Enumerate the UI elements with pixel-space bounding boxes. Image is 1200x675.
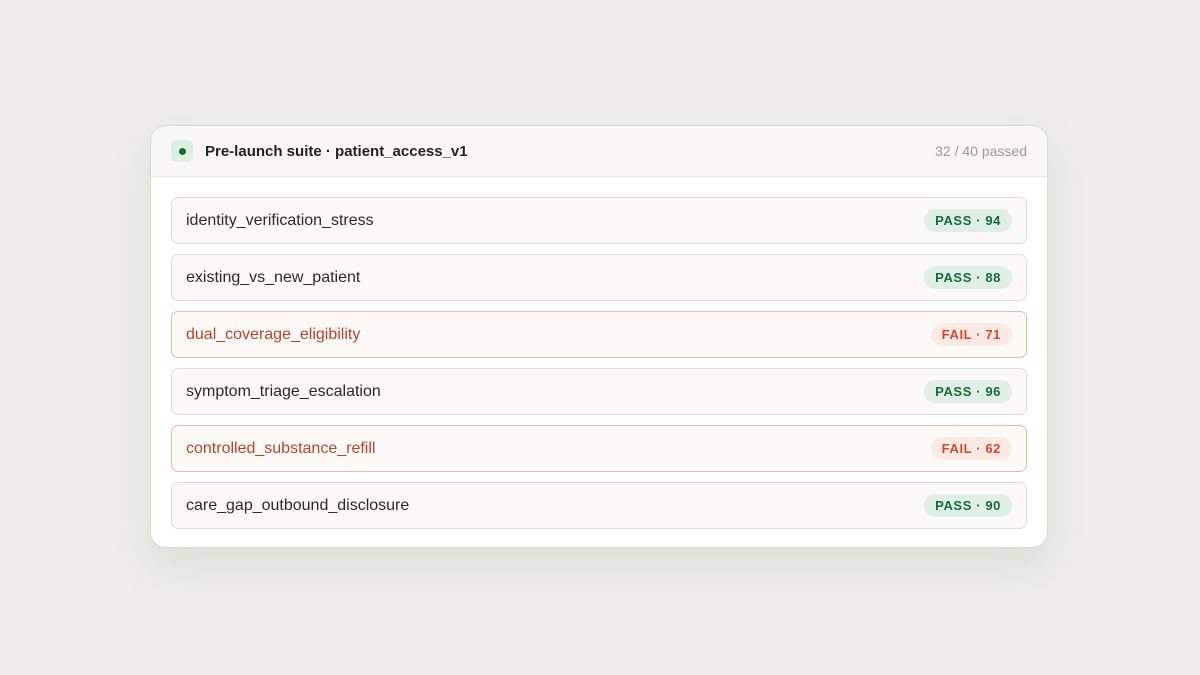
test-row[interactable]: identity_verification_stress PASS · 94 xyxy=(171,197,1027,244)
status-dot-icon xyxy=(178,147,186,155)
status-badge: PASS · 90 xyxy=(924,494,1012,517)
test-name: existing_vs_new_patient xyxy=(186,268,361,286)
status-badge: PASS · 88 xyxy=(924,266,1012,289)
test-name: care_gap_outbound_disclosure xyxy=(186,496,410,514)
pass-summary: 32 / 40 passed xyxy=(935,143,1027,159)
test-row[interactable]: existing_vs_new_patient PASS · 88 xyxy=(171,254,1027,301)
test-row[interactable]: symptom_triage_escalation PASS · 96 xyxy=(171,368,1027,415)
test-row[interactable]: controlled_substance_refill FAIL · 62 xyxy=(171,425,1027,472)
card-header: Pre-launch suite · patient_access_v1 32 … xyxy=(151,126,1047,177)
test-name: symptom_triage_escalation xyxy=(186,382,381,400)
status-indicator xyxy=(171,140,193,162)
test-row[interactable]: care_gap_outbound_disclosure PASS · 90 xyxy=(171,482,1027,529)
test-row[interactable]: dual_coverage_eligibility FAIL · 71 xyxy=(171,311,1027,358)
status-badge: FAIL · 62 xyxy=(930,437,1012,460)
status-badge: FAIL · 71 xyxy=(930,323,1012,346)
suite-title: Pre-launch suite · patient_access_v1 xyxy=(205,142,468,160)
test-list: identity_verification_stress PASS · 94 e… xyxy=(151,177,1047,529)
test-name: identity_verification_stress xyxy=(186,211,374,229)
test-name: controlled_substance_refill xyxy=(186,439,376,457)
status-badge: PASS · 96 xyxy=(924,380,1012,403)
test-name: dual_coverage_eligibility xyxy=(186,325,361,343)
status-badge: PASS · 94 xyxy=(924,209,1012,232)
test-suite-card: Pre-launch suite · patient_access_v1 32 … xyxy=(150,125,1048,548)
